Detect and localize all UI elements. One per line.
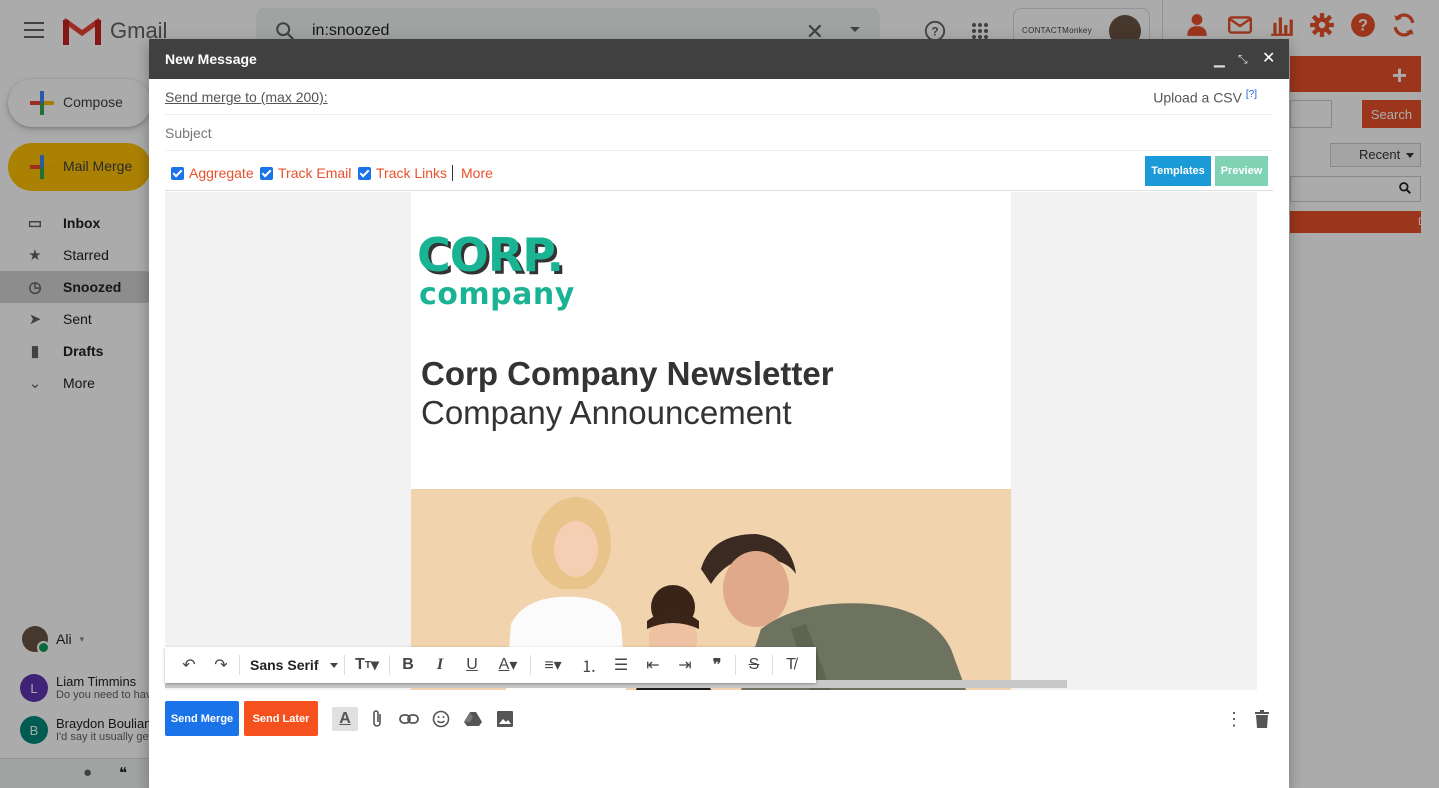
send-later-button[interactable]: Send Later: [244, 701, 318, 736]
recipients-row[interactable]: Send merge to (max 200): Upload a CSV [?…: [165, 79, 1273, 115]
divider: [735, 655, 736, 675]
formatting-toolbar: ↶ ↷ Sans Serif T T ▾ B I U A ▾ ≡▾ ⒈ ☰ ⇤ ⇥ ❞…: [165, 647, 816, 683]
tracking-options-row: Aggregate Track Email Track Links More T…: [165, 151, 1273, 191]
divider: [452, 165, 453, 181]
undo-icon[interactable]: ↶: [173, 651, 205, 679]
templates-button[interactable]: Templates: [1145, 156, 1211, 186]
send-merge-button[interactable]: Send Merge: [165, 701, 239, 736]
numbered-list-icon[interactable]: ⒈: [573, 651, 605, 679]
divider: [344, 655, 345, 675]
preview-button[interactable]: Preview: [1215, 156, 1268, 186]
logo-bottom: company: [419, 277, 575, 312]
redo-icon[interactable]: ↷: [205, 651, 237, 679]
insert-photo-icon[interactable]: [492, 707, 518, 731]
bold-icon[interactable]: B: [392, 651, 424, 679]
message-body[interactable]: CORP. company Corp Company Newsletter Co…: [165, 192, 1257, 690]
subject-placeholder: Subject: [165, 125, 212, 141]
bulleted-list-icon[interactable]: ☰: [605, 651, 637, 679]
track-links-checkbox[interactable]: [358, 166, 371, 180]
divider: [239, 655, 240, 675]
track-email-option[interactable]: Track Email: [260, 165, 351, 181]
strikethrough-icon[interactable]: S: [738, 651, 770, 679]
corp-company-logo: CORP. company: [417, 232, 575, 312]
quote-icon[interactable]: ❞: [701, 651, 733, 679]
upload-csv-label: Upload a CSV: [1153, 89, 1242, 106]
divider: [772, 655, 773, 675]
newsletter-title: Corp Company Newsletter: [421, 355, 834, 392]
minimize-icon[interactable]: ▁: [1214, 39, 1225, 79]
compose-title: New Message: [165, 51, 257, 67]
more-options-link[interactable]: More: [461, 165, 493, 181]
indent-less-icon[interactable]: ⇤: [637, 651, 669, 679]
upload-help-link[interactable]: [?]: [1246, 89, 1257, 100]
send-merge-to-label[interactable]: Send merge to (max 200):: [165, 89, 328, 105]
underline-icon[interactable]: U: [456, 651, 488, 679]
upload-csv-link[interactable]: Upload a CSV [?]: [1153, 89, 1257, 106]
align-icon[interactable]: ≡▾: [533, 651, 573, 679]
exit-fullscreen-icon[interactable]: ⤡: [1238, 39, 1248, 79]
divider: [530, 655, 531, 675]
divider: [389, 655, 390, 675]
italic-icon[interactable]: I: [424, 651, 456, 679]
emoji-icon[interactable]: [428, 707, 454, 731]
more-options-icon[interactable]: ⋮: [1221, 707, 1247, 731]
trash-icon[interactable]: [1249, 707, 1275, 731]
attach-icon[interactable]: [364, 707, 390, 731]
compose-title-bar: New Message ▁ ⤡ ✕: [149, 39, 1289, 79]
font-size-icon[interactable]: T T ▾: [347, 651, 387, 679]
newsletter-template: CORP. company Corp Company Newsletter Co…: [411, 192, 1011, 690]
aggregate-label: Aggregate: [189, 165, 254, 181]
font-family-select[interactable]: Sans Serif: [242, 657, 342, 673]
close-icon[interactable]: ✕: [1262, 39, 1275, 79]
aggregate-checkbox[interactable]: [171, 166, 184, 180]
drive-icon[interactable]: [460, 707, 486, 731]
track-email-checkbox[interactable]: [260, 166, 273, 180]
formatting-options-icon[interactable]: A: [332, 707, 358, 731]
subject-field[interactable]: Subject: [165, 115, 1273, 151]
link-icon[interactable]: [396, 707, 422, 731]
track-links-option[interactable]: Track Links: [358, 165, 447, 181]
track-links-label: Track Links: [376, 165, 448, 181]
newsletter-subtitle: Company Announcement: [421, 394, 792, 431]
text-color-icon[interactable]: A ▾: [488, 651, 528, 679]
remove-formatting-icon[interactable]: T̸: [775, 651, 807, 679]
aggregate-option[interactable]: Aggregate: [171, 165, 254, 181]
indent-more-icon[interactable]: ⇥: [669, 651, 701, 679]
compose-action-bar: Send Merge Send Later A ⋮: [165, 701, 1273, 737]
logo-top: CORP.: [417, 228, 564, 282]
track-email-label: Track Email: [278, 165, 352, 181]
compose-dialog: New Message ▁ ⤡ ✕ Send merge to (max 200…: [149, 39, 1289, 788]
